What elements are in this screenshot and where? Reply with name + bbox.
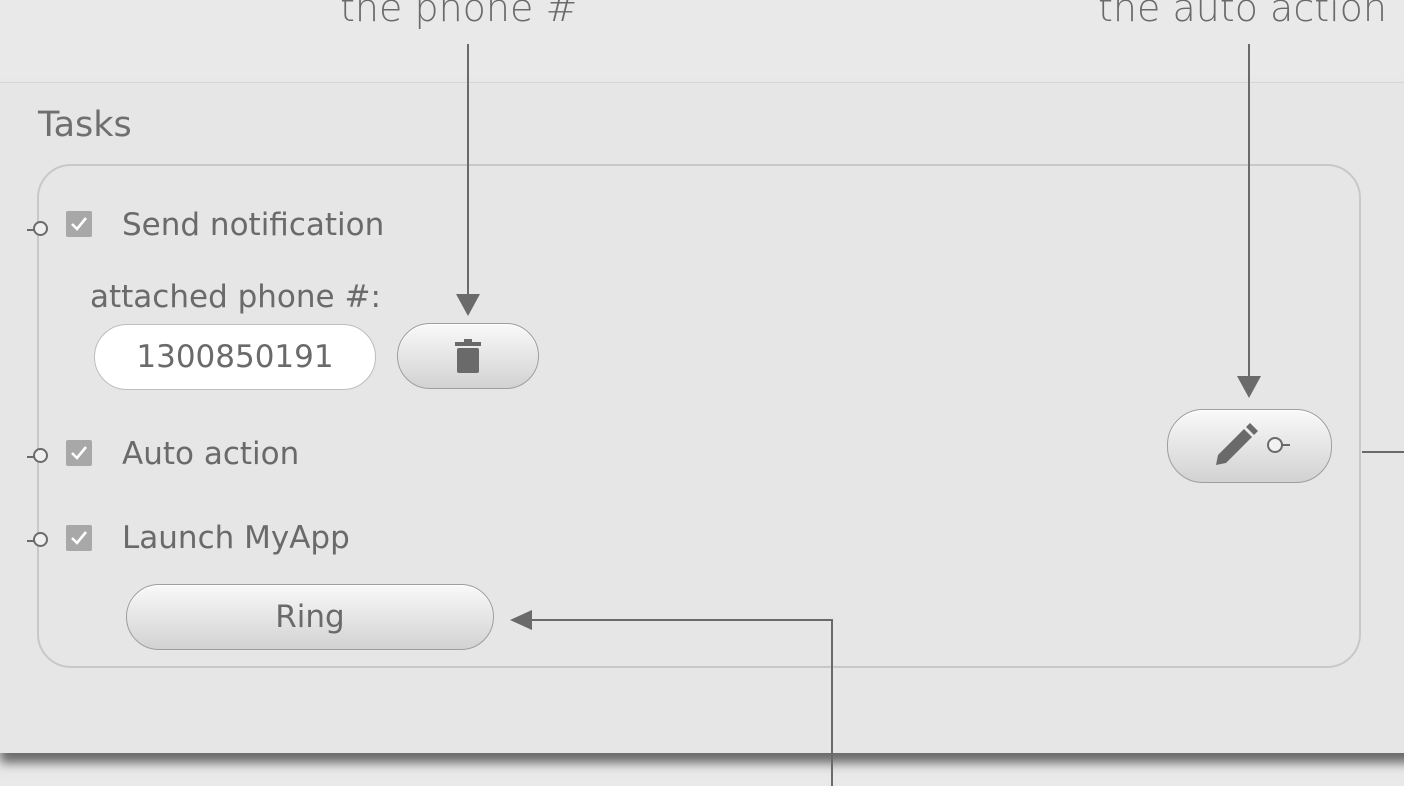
arrow-head-delete [456,294,480,316]
arrow-head-edit [1237,376,1261,398]
arrow-to-ring [530,619,833,786]
arrow-head-ring [510,610,532,630]
annotation-arrows [456,44,1404,786]
